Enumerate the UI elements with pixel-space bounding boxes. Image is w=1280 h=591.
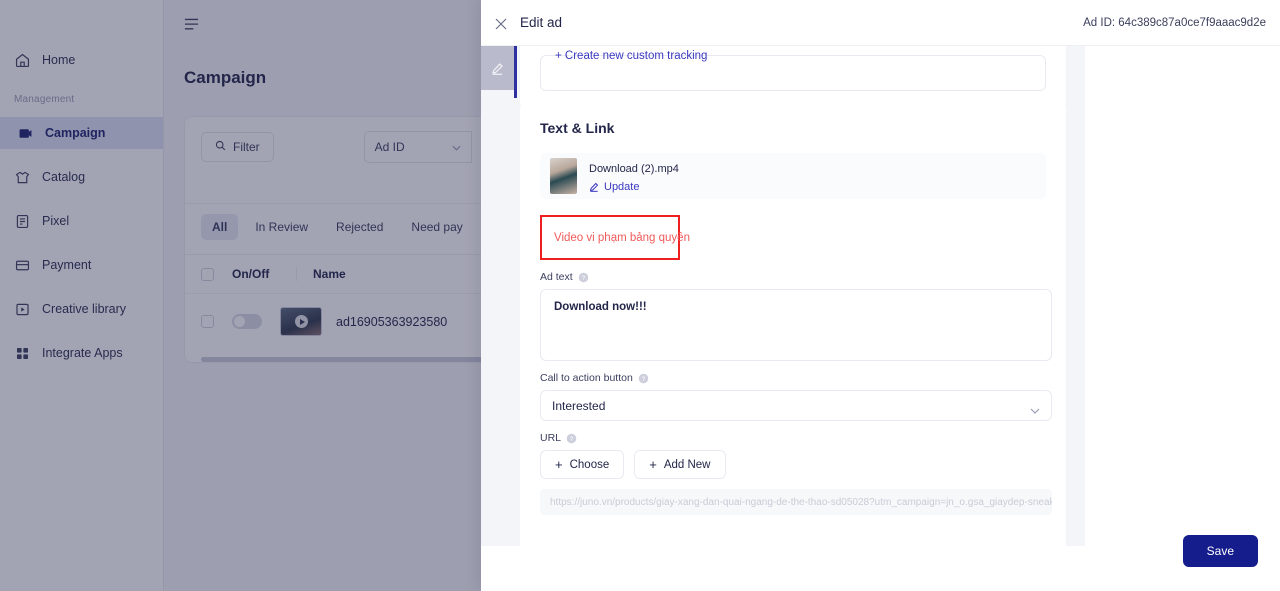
video-file-row: Download (2).mp4 Update <box>540 153 1046 199</box>
ad-text-input[interactable]: Download now!!! <box>540 289 1052 361</box>
drawer-header: Edit ad Ad ID: 64c389c87a0ce7f9aaac9d2e <box>481 0 1280 46</box>
url-value-field[interactable]: https://juno.vn/products/giay-xang-dan-q… <box>540 489 1052 515</box>
warning-text: Video vi phạm bảng quyền <box>554 232 690 244</box>
edit-section-tab[interactable] <box>481 46 514 90</box>
ad-text-label-row: Ad text ? <box>540 271 1046 283</box>
update-label: Update <box>604 181 640 193</box>
cta-select-value: Interested <box>552 398 606 413</box>
ad-id-label: Ad ID: 64c389c87a0ce7f9aaac9d2e <box>1083 16 1266 29</box>
help-icon[interactable]: ? <box>578 272 589 283</box>
url-label: URL <box>540 432 562 444</box>
chevron-down-icon <box>1030 403 1040 414</box>
choose-label: Choose <box>569 458 610 471</box>
ad-text-label: Ad text <box>540 271 573 283</box>
url-actions: + Choose + Add New <box>540 450 1046 479</box>
drawer-body: + Create new custom tracking Text & Link… <box>481 46 1085 546</box>
help-icon[interactable]: ? <box>566 433 577 444</box>
close-icon[interactable] <box>495 17 507 29</box>
cta-select[interactable]: Interested <box>540 390 1052 421</box>
plus-icon: + <box>555 457 563 472</box>
cta-label: Call to action button <box>540 372 633 384</box>
create-custom-tracking-link[interactable]: + Create new custom tracking <box>555 50 707 62</box>
text-and-link-card: Text & Link Download (2).mp4 Update Vide… <box>520 100 1066 546</box>
plus-icon: + <box>649 457 657 472</box>
screen: Home Management Campaign Catalog Pixel P… <box>0 0 1280 591</box>
choose-url-button[interactable]: + Choose <box>540 450 625 479</box>
add-new-label: Add New <box>663 458 711 471</box>
drawer-title: Edit ad <box>520 15 563 30</box>
save-button[interactable]: Save <box>1182 535 1258 567</box>
video-file-name: Download (2).mp4 <box>589 163 679 175</box>
pencil-icon <box>491 62 504 75</box>
add-new-url-button[interactable]: + Add New <box>634 450 726 479</box>
section-title: Text & Link <box>540 120 615 136</box>
svg-text:?: ? <box>642 375 646 382</box>
tracking-field[interactable]: + Create new custom tracking <box>540 50 1046 91</box>
active-section-indicator <box>514 46 517 98</box>
url-label-row: URL ? <box>540 432 1046 444</box>
video-thumbnail <box>550 158 577 194</box>
svg-text:?: ? <box>581 274 585 281</box>
help-icon[interactable]: ? <box>638 373 649 384</box>
update-video-button[interactable]: Update <box>589 181 679 193</box>
edit-ad-drawer: Edit ad Ad ID: 64c389c87a0ce7f9aaac9d2e … <box>481 0 1280 591</box>
svg-text:?: ? <box>570 435 574 442</box>
copyright-warning-annotation: Video vi phạm bảng quyền <box>540 215 690 260</box>
pencil-icon <box>589 182 599 192</box>
modal-overlay[interactable] <box>0 0 481 591</box>
cta-label-row: Call to action button ? <box>540 372 1046 384</box>
